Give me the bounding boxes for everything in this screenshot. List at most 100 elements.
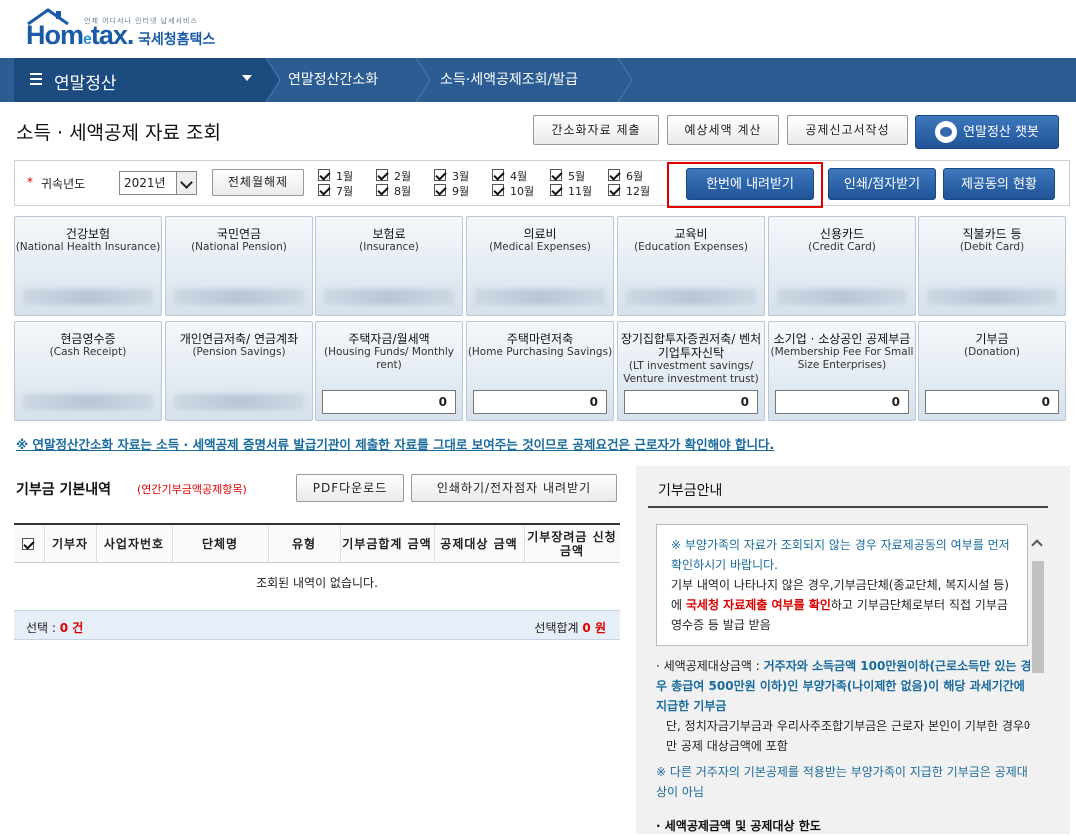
month-label: 4월 — [510, 170, 528, 183]
deduction-card[interactable]: 국민연금 (National Pension) — [165, 216, 313, 316]
month-checkbox-5[interactable] — [550, 169, 562, 181]
page-title: 소득 · 세액공제 자료 조회 — [16, 122, 221, 144]
card-blurred-value — [174, 394, 304, 410]
month-checkbox-7[interactable] — [318, 184, 330, 196]
year-label: 귀속년도 — [41, 177, 86, 191]
guide-notice-box: ※ 부양가족의 자료가 조회되지 않는 경우 자료제공동의 여부를 먼저 확인하… — [656, 524, 1028, 646]
card-title: 신용카드 — [819, 227, 865, 241]
nav-menu-button[interactable]: 연말정산 — [14, 58, 266, 102]
table-column-header[interactable]: 유형 — [268, 525, 340, 563]
card-blurred-value — [324, 289, 454, 305]
card-title: 주택자금/월세액 — [348, 332, 430, 346]
month-checkbox-8[interactable] — [376, 184, 388, 196]
chatbot-icon — [935, 120, 958, 143]
month-label: 6월 — [626, 170, 644, 183]
chatbot-button[interactable]: 연말정산 챗봇 — [915, 115, 1059, 149]
card-title: 주택마련저축 — [506, 332, 574, 346]
card-subtitle: (Cash Receipt) — [49, 346, 127, 358]
year-select[interactable]: 2021년 — [119, 171, 197, 195]
card-blurred-value — [475, 289, 605, 305]
card-subtitle: (Credit Card) — [808, 241, 876, 253]
deduction-card[interactable]: 주택마련저축 (Home Purchasing Savings) 0 — [466, 321, 614, 421]
deduction-card[interactable]: 소기업 · 소상공인 공제부금 (Membership Fee For Small… — [768, 321, 916, 421]
deduction-card[interactable]: 기부금 (Donation) 0 — [918, 321, 1066, 421]
nav-menu-label: 연말정산 — [54, 74, 117, 94]
hometax-logo[interactable]: 언제 어디서나 인터넷 납세서비스 Hometax. 국세청홈택스 — [26, 6, 226, 50]
month-checkbox-9[interactable] — [434, 184, 446, 196]
clear-all-months-button[interactable]: 전체월해제 — [212, 169, 304, 196]
print-braille-button[interactable]: 인쇄/점자받기 — [828, 168, 936, 200]
month-label: 5월 — [568, 170, 586, 183]
donation-guide-panel: 기부금안내 ※ 부양가족의 자료가 조회되지 않는 경우 자료제공동의 여부를 … — [636, 466, 1070, 834]
deduction-card[interactable]: 보험료 (Insurance) — [315, 216, 463, 316]
breadcrumb-separator-icon — [265, 58, 281, 102]
card-amount-input[interactable]: 0 — [473, 390, 607, 414]
estimate-tax-button[interactable]: 예상세액 계산 — [667, 115, 779, 145]
guide-divider — [648, 506, 1048, 508]
provider-status-button[interactable]: 제공동의 현황 — [943, 168, 1055, 200]
site-header: 언제 어디서나 인터넷 납세서비스 Hometax. 국세청홈택스 — [0, 0, 1076, 58]
month-checkbox-11[interactable] — [550, 184, 562, 196]
guide-title: 기부금안내 — [658, 483, 723, 499]
table-column-header[interactable]: 기부자 — [44, 525, 96, 563]
card-amount-input[interactable]: 0 — [775, 390, 909, 414]
deduction-card[interactable]: 신용카드 (Credit Card) — [768, 216, 916, 316]
report-write-button[interactable]: 공제신고서작성 — [787, 115, 908, 145]
chevron-down-icon — [176, 172, 196, 194]
card-amount-input[interactable]: 0 — [925, 390, 1059, 414]
month-checkbox-1[interactable] — [318, 169, 330, 181]
card-amount-input[interactable]: 0 — [322, 390, 456, 414]
table-column-header[interactable]: 기부금합계 금액 — [340, 525, 434, 563]
scrollbar-thumb[interactable] — [1032, 561, 1044, 673]
breadcrumb-item-deduction[interactable]: 소득·세액공제조회/발급 — [440, 58, 578, 102]
guide-item-limit: · 세액공제금액 및 공제대상 한도 — [656, 819, 821, 833]
deduction-card[interactable]: 장기집합투자증권저축/ 벤처기업투자신탁 (LT investment savin… — [617, 321, 765, 421]
month-checkbox-2[interactable] — [376, 169, 388, 181]
card-blurred-value — [174, 289, 304, 305]
card-blurred-value — [777, 289, 907, 305]
card-subtitle: (LT investment savings/ Venture investme… — [623, 360, 759, 385]
deduction-card[interactable]: 교육비 (Education Expenses) — [617, 216, 765, 316]
month-checkbox-12[interactable] — [608, 184, 620, 196]
card-title: 의료비 — [523, 227, 557, 241]
donation-section-subtitle: (연간기부금액공제항목) — [137, 483, 247, 496]
selection-summary: 선택 : 0 건 선택합계 0 원 — [14, 610, 620, 640]
chevron-up-icon[interactable] — [1031, 539, 1043, 551]
table-column-header[interactable]: 사업자번호 — [96, 525, 172, 563]
card-title: 건강보험 — [65, 227, 111, 241]
guide-list: · 세액공제대상금액 : 거주자와 소득금액 100만원이하(근로소득만 있는 … — [656, 656, 1036, 836]
card-amount-input[interactable]: 0 — [624, 390, 758, 414]
month-checkbox-6[interactable] — [608, 169, 620, 181]
table-column-header[interactable]: 공제대상 금액 — [434, 525, 524, 563]
table-column-header[interactable]: 기부장려금 신청금액 — [524, 525, 620, 563]
table-column-header[interactable]: 단체명 — [172, 525, 268, 563]
card-subtitle: (Insurance) — [359, 241, 419, 253]
side-scrollbar[interactable] — [1030, 535, 1046, 834]
month-checkbox-10[interactable] — [492, 184, 504, 196]
card-title: 교육비 — [674, 227, 708, 241]
pdf-download-button[interactable]: PDF다운로드 — [296, 474, 404, 502]
submit-simplified-button[interactable]: 간소화자료 제출 — [533, 115, 659, 145]
breadcrumb-item-simplified[interactable]: 연말정산간소화 — [288, 58, 378, 102]
print-download-button[interactable]: 인쇄하기/전자점자 내려받기 — [411, 474, 617, 502]
deduction-card[interactable]: 현금영수증 (Cash Receipt) — [14, 321, 162, 421]
guide-item-note: ※ 다른 거주자의 기본공제를 적용받는 부양가족이 지급한 기부금은 공제대상… — [656, 765, 1028, 799]
deduction-card[interactable]: 건강보험 (National Health Insurance) — [14, 216, 162, 316]
deduction-card[interactable]: 의료비 (Medical Expenses) — [466, 216, 614, 316]
select-all-checkbox[interactable] — [22, 538, 34, 550]
guide-item-target: · 세액공제대상금액 : 거주자와 소득금액 100만원이하(근로소득만 있는 … — [656, 659, 1032, 713]
deduction-card[interactable]: 주택자금/월세액 (Housing Funds/ Monthly rent) 0 — [315, 321, 463, 421]
guide-notice-line1: ※ 부양가족의 자료가 조회되지 않는 경우 자료제공동의 여부를 먼저 확인하… — [671, 538, 1010, 572]
month-label: 10월 — [510, 185, 535, 198]
guide-item-target-tail: 단, 정치자금기부금과 우리사주조합기부금은 근로자 본인이 기부한 경우에만 … — [666, 719, 1035, 753]
card-subtitle: (National Pension) — [191, 241, 287, 253]
card-subtitle: (Membership Fee For Small Size Enterpris… — [770, 346, 914, 371]
breadcrumb-separator-icon — [415, 58, 431, 102]
month-checkbox-4[interactable] — [492, 169, 504, 181]
month-label: 1월 — [336, 170, 354, 183]
deduction-card[interactable]: 개인연금저축/ 연금계좌 (Pension Savings) — [165, 321, 313, 421]
card-blurred-value — [626, 289, 756, 305]
month-checkbox-3[interactable] — [434, 169, 446, 181]
logo-korean: 국세청홈택스 — [138, 32, 216, 48]
deduction-card[interactable]: 직불카드 등 (Debit Card) — [918, 216, 1066, 316]
